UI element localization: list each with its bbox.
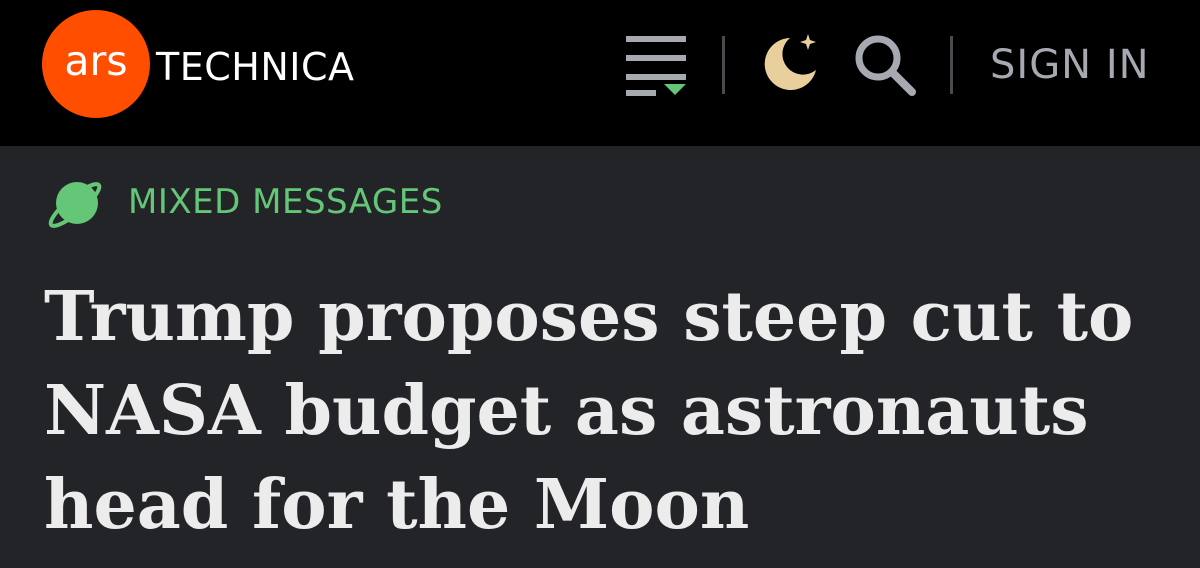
search-button[interactable] [852, 32, 918, 98]
header-divider [722, 36, 725, 94]
search-icon [855, 35, 916, 96]
article-headline[interactable]: Trump proposes steep cut to NASA budget … [44, 270, 1174, 552]
planet-icon [48, 182, 102, 228]
headline-line: head for the Moon [44, 465, 750, 545]
sign-in-link[interactable]: SIGN IN [990, 40, 1150, 90]
logo-wordmark: TECHNICA [156, 45, 355, 89]
site-header: ars TECHNICA SIGN IN [0, 0, 1200, 146]
theme-toggle-button[interactable] [758, 30, 824, 96]
logo-ars-text: ars [64, 37, 128, 85]
headline-line: Trump proposes steep cut to [44, 277, 1134, 357]
menu-icon [626, 36, 686, 96]
section-label[interactable]: MIXED MESSAGES [128, 180, 443, 224]
logo-circle: ars [42, 10, 150, 118]
header-divider [950, 36, 953, 94]
menu-button[interactable] [626, 34, 688, 96]
moon-icon [764, 34, 816, 90]
headline-line: NASA budget as astronauts [44, 371, 1089, 451]
ars-technica-logo[interactable]: ars TECHNICA [42, 10, 355, 118]
